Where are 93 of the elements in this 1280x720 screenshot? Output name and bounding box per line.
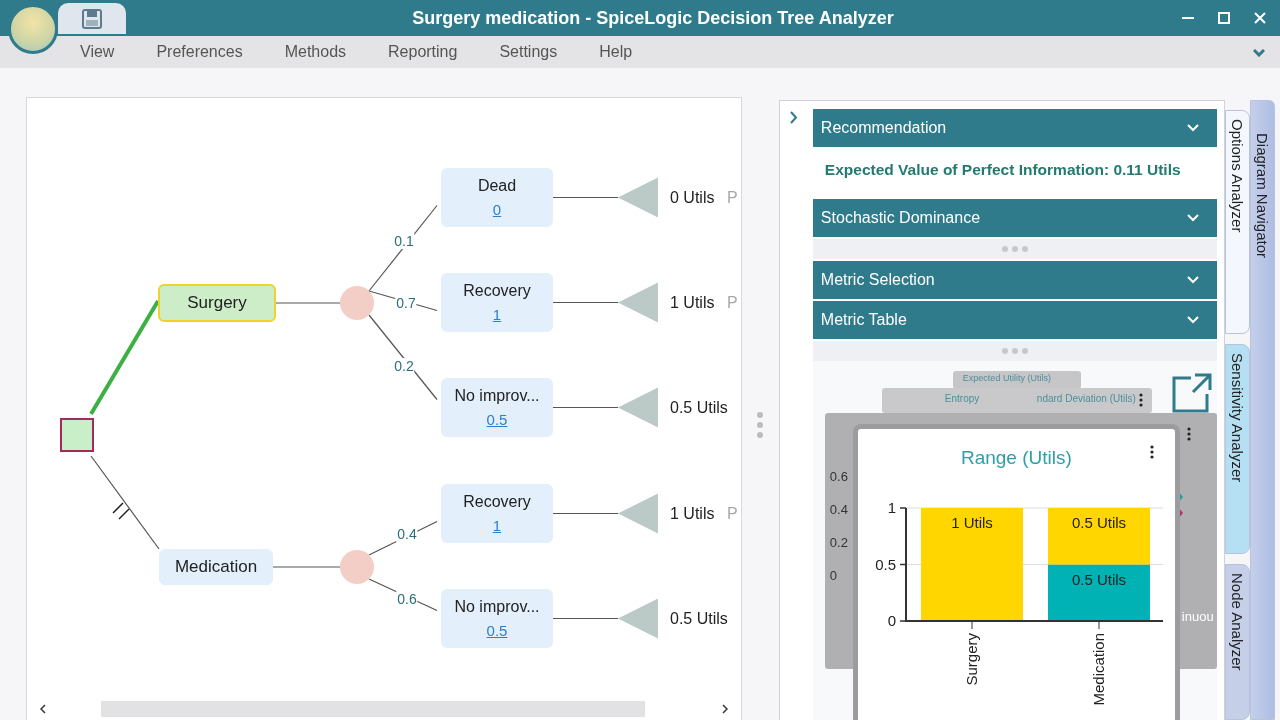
outcome-label: No improv...: [454, 598, 540, 616]
terminal-triangle-icon: [618, 387, 658, 428]
terminal-triangle-icon: [618, 177, 658, 218]
chart-title: Range (Utils): [960, 447, 1072, 469]
close-icon: [1254, 12, 1266, 24]
splitter-handle-icon[interactable]: [757, 412, 764, 438]
more-icon: [1138, 393, 1143, 407]
connector-line: [552, 406, 619, 409]
option-node[interactable]: Surgery: [158, 284, 276, 322]
outcome-value-link[interactable]: 0.5: [486, 622, 508, 639]
bar-value-label: 0.5 Utils: [1071, 570, 1126, 588]
save-button[interactable]: [58, 3, 126, 34]
menu-item[interactable]: Preferences: [156, 43, 243, 61]
outcome-label: Dead: [477, 177, 517, 195]
terminal-triangle-icon: [618, 282, 658, 323]
recommendation-text: Expected Value of Perfect Information: 0.11 Utils: [823, 160, 1182, 180]
y-tick-label: 0.4: [829, 502, 848, 517]
probability-label: 0.6: [396, 591, 418, 607]
chart-card-title: Expected Utility (Utils): [962, 373, 1051, 383]
chevron-right-icon: [722, 704, 728, 714]
outcome-value-link[interactable]: 0.5: [486, 411, 508, 428]
chevron-down-icon: [1187, 214, 1199, 222]
utility-label: 1 Utils: [670, 504, 715, 523]
more-icon: [1186, 427, 1191, 441]
probability-label: 0.4: [396, 526, 418, 542]
y-tick-label: 0: [829, 568, 838, 583]
y-tick-label: 0.5: [875, 555, 896, 573]
chance-node: [340, 286, 374, 320]
outcome-value-link[interactable]: 1: [492, 306, 502, 323]
menu-item[interactable]: Methods: [284, 43, 347, 61]
splitter-dots-icon: [1000, 246, 1029, 252]
maximize-icon: [1218, 12, 1230, 24]
y-tick-label: 0: [887, 612, 896, 629]
side-tab[interactable]: Sensitivity Analyzer: [1225, 344, 1250, 554]
chevron-down-icon: [1187, 316, 1199, 324]
probability-label-faded: P: [727, 293, 738, 312]
decision-node: [60, 418, 94, 452]
probability-label-faded: P: [727, 188, 738, 207]
section-header[interactable]: Stochastic Dominance: [812, 199, 1217, 239]
terminal-triangle-icon: [618, 598, 658, 639]
bar-value-label: 1 Utils: [951, 514, 993, 531]
menu-item[interactable]: View: [80, 43, 115, 61]
chevron-left-icon: [40, 704, 46, 714]
probability-label: 0.2: [393, 358, 415, 374]
chevron-down-icon: [1187, 124, 1199, 132]
connector-line: [272, 566, 341, 568]
scrollbar-thumb[interactable]: [101, 701, 645, 717]
side-tab[interactable]: Node Analyzer: [1225, 563, 1250, 720]
window-title: Surgery medication - SpiceLogic Decision Tree Analyzer: [411, 7, 895, 29]
utility-label: 0.5 Utils: [670, 609, 728, 628]
category-label: Medication: [1089, 633, 1107, 706]
save-icon: [82, 8, 102, 29]
chart-card-title: Entropy: [944, 393, 980, 404]
option-node[interactable]: Medication: [159, 549, 273, 585]
menu-item[interactable]: Help: [599, 43, 633, 61]
utility-label: 1 Utils: [670, 293, 715, 312]
utility-label: 0.5 Utils: [670, 398, 728, 417]
outcome-label: Recovery: [463, 493, 531, 511]
probability-label: 0.1: [393, 233, 415, 249]
bar-value-label: 0.5 Utils: [1071, 514, 1126, 531]
section-header[interactable]: Recommendation: [812, 109, 1217, 149]
splitter-dots-icon: [1000, 348, 1029, 354]
more-icon: [1149, 445, 1154, 459]
chart-card-title: ndard Deviation (Utils): [1036, 393, 1136, 404]
connector-line: [552, 617, 619, 620]
category-label: Surgery: [962, 633, 980, 686]
chevron-down-icon: [1187, 276, 1199, 284]
terminal-triangle-icon: [618, 493, 658, 534]
section-header[interactable]: Metric Table: [812, 301, 1217, 341]
menu-item[interactable]: Reporting: [388, 43, 458, 61]
pop-out-icon[interactable]: [1170, 372, 1213, 414]
outcome-value-link[interactable]: 1: [492, 517, 502, 534]
chevron-right-icon: [789, 111, 798, 124]
connector-line: [552, 196, 619, 199]
y-tick-label: 1: [887, 499, 896, 516]
connector-line: [552, 512, 619, 515]
ribbon-toggle-icon[interactable]: [1253, 49, 1265, 57]
y-tick-label: 0.2: [829, 535, 848, 550]
utility-label: 0 Utils: [670, 188, 715, 207]
side-tab[interactable]: Diagram Navigator: [1250, 100, 1275, 720]
chance-node: [340, 550, 374, 584]
connector-line: [275, 302, 341, 304]
probability-label-faded: P: [727, 504, 738, 523]
connector-line: [552, 301, 619, 304]
side-tab[interactable]: Options Analyzer: [1225, 110, 1250, 335]
faded-text: inuou: [1181, 609, 1214, 624]
probability-label: 0.7: [395, 295, 417, 311]
y-tick-label: 0.6: [829, 469, 848, 484]
outcome-label: Recovery: [463, 282, 531, 300]
outcome-value-link[interactable]: 0: [492, 201, 502, 218]
menu-item[interactable]: Settings: [499, 43, 558, 61]
section-header[interactable]: Metric Selection: [812, 261, 1217, 301]
outcome-label: No improv...: [454, 387, 540, 405]
